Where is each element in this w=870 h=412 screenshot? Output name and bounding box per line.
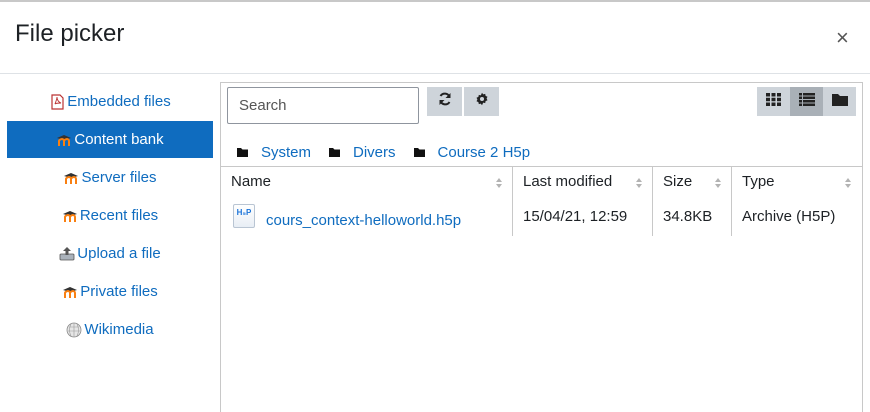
column-label: Last modified <box>523 173 613 190</box>
list-view-icon <box>798 92 815 111</box>
sidebar-item-wikimedia[interactable]: Wikimedia <box>7 311 213 348</box>
sidebar-item-label: Embedded files <box>67 93 171 110</box>
column-header-last-modified[interactable]: Last modified <box>513 166 653 196</box>
header-divider <box>0 73 870 74</box>
sidebar-item-embedded-files[interactable]: Embedded files <box>7 83 213 120</box>
sidebar-item-content-bank[interactable]: Content bank <box>7 121 213 158</box>
folder-icon <box>329 144 341 161</box>
top-border <box>0 0 870 2</box>
refresh-button[interactable] <box>427 87 462 116</box>
column-divider <box>652 167 653 236</box>
table-row-type: Archive (H5P) <box>742 208 836 225</box>
tree-view-folder-icon <box>831 93 848 111</box>
gear-icon <box>475 92 489 111</box>
pdf-document-icon <box>49 93 65 110</box>
grid-view-icon <box>766 92 781 111</box>
breadcrumb-item-course-2-h5p[interactable]: Course 2 H5p <box>413 143 531 161</box>
breadcrumb-label: Course 2 H5p <box>437 143 531 161</box>
wikimedia-globe-icon <box>66 322 82 338</box>
breadcrumb-item-system[interactable]: System <box>237 144 311 161</box>
table-row-name[interactable]: cours_context-helloworld.h5p <box>266 212 461 229</box>
sidebar-item-label: Upload a file <box>77 245 161 262</box>
moodle-icon <box>62 284 78 300</box>
upload-icon <box>59 246 75 262</box>
sidebar-item-server-files[interactable]: Server files <box>7 159 213 196</box>
sidebar-item-upload-a-file[interactable]: Upload a file <box>7 235 213 272</box>
sidebar-item-label: Content bank <box>74 131 164 148</box>
column-header-type[interactable]: Type <box>732 166 862 196</box>
refresh-icon <box>438 92 452 111</box>
file-browser-pane <box>220 82 863 412</box>
breadcrumb-item-divers[interactable]: Divers <box>329 144 396 161</box>
sidebar-item-label: Private files <box>80 283 158 300</box>
tree-view-button[interactable] <box>823 87 856 116</box>
column-header-name[interactable]: Name <box>221 166 513 196</box>
folder-icon <box>237 144 248 161</box>
sidebar-item-recent-files[interactable]: Recent files <box>7 197 213 234</box>
dialog-title: File picker <box>15 20 125 47</box>
column-label: Size <box>663 173 693 190</box>
breadcrumb: System Divers Course 2 H5p <box>237 142 548 162</box>
folder-icon <box>413 144 425 161</box>
column-divider <box>731 167 732 236</box>
sort-icon <box>844 176 852 188</box>
list-view-button[interactable] <box>790 87 823 116</box>
settings-button[interactable] <box>464 87 499 116</box>
column-label: Type <box>742 173 775 190</box>
moodle-icon <box>63 170 79 186</box>
sort-icon <box>635 176 643 188</box>
breadcrumb-label: Divers <box>353 143 396 161</box>
breadcrumb-label: System <box>261 143 312 161</box>
moodle-icon <box>62 208 78 224</box>
column-label: Name <box>231 173 272 190</box>
close-icon[interactable]: × <box>836 25 849 51</box>
sort-icon <box>714 176 722 188</box>
column-header-size[interactable]: Size <box>653 166 732 196</box>
table-row-size: 34.8KB <box>663 208 713 225</box>
sidebar-item-label: Wikimedia <box>84 321 154 338</box>
sort-icon <box>495 176 503 188</box>
column-divider <box>512 167 513 236</box>
grid-view-button[interactable] <box>757 87 790 116</box>
h5p-file-icon: H₅P <box>233 204 255 228</box>
sidebar-item-label: Recent files <box>79 207 159 224</box>
moodle-icon <box>56 132 72 148</box>
search-input[interactable] <box>227 87 419 124</box>
file-name-link[interactable]: cours_context-helloworld.h5p <box>266 212 461 229</box>
sidebar-item-private-files[interactable]: Private files <box>7 273 213 310</box>
sidebar-item-label: Server files <box>81 169 157 186</box>
table-row-modified: 15/04/21, 12:59 <box>523 208 628 225</box>
